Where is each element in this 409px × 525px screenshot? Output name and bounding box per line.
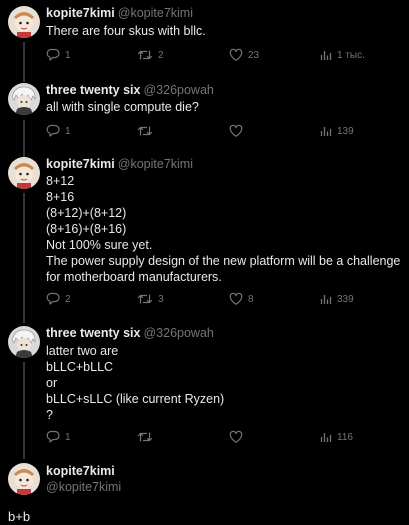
- like-icon: [229, 124, 243, 137]
- tweet-header: kopite7kimi @kopite7kimi: [46, 157, 193, 172]
- author-name[interactable]: kopite7kimi: [46, 157, 115, 171]
- reply-count: 2: [65, 293, 71, 305]
- like-button[interactable]: [229, 123, 248, 139]
- avatar-326powah[interactable]: [8, 83, 40, 115]
- author-name[interactable]: kopite7kimi: [46, 463, 121, 479]
- tweet-text: b+b: [8, 509, 31, 524]
- retweet-button[interactable]: 2: [137, 47, 164, 63]
- tweet-header: three twenty six @326powah: [46, 326, 214, 341]
- reply-icon: [46, 124, 60, 137]
- tweet-header: three twenty six @326powah: [46, 83, 214, 98]
- retweet-icon: [137, 432, 153, 442]
- tweet-header: kopite7kimi @kopite7kimi: [46, 6, 193, 21]
- views-icon: [320, 51, 332, 60]
- thread-line: [23, 193, 25, 323]
- retweet-icon: [137, 126, 153, 136]
- like-button[interactable]: [229, 429, 248, 445]
- views-button[interactable]: 339: [320, 291, 354, 307]
- author-name[interactable]: kopite7kimi: [46, 6, 115, 20]
- reply-icon: [46, 430, 60, 443]
- reply-count: 1: [65, 431, 71, 443]
- avatar-kopite7kimi[interactable]: [8, 463, 40, 495]
- view-count: 139: [337, 125, 354, 137]
- tweet-actions: 1 116: [46, 429, 376, 445]
- tweet-header: kopite7kimi @kopite7kimi: [46, 463, 121, 495]
- tweet-actions: 1 2 23 1 тыс.: [46, 47, 376, 63]
- like-button[interactable]: 8: [229, 291, 254, 307]
- tweet-text: There are four skus with bllc.: [46, 23, 404, 39]
- retweet-button[interactable]: [137, 123, 158, 139]
- retweet-button[interactable]: 3: [137, 291, 164, 307]
- author-name[interactable]: three twenty six: [46, 83, 140, 97]
- tweet-line: Not 100% sure yet.: [46, 238, 153, 252]
- author-handle[interactable]: @326powah: [143, 83, 213, 97]
- tweet-line: ?: [46, 408, 53, 422]
- tweet-line: bLLC+bLLC: [46, 360, 114, 374]
- views-icon: [320, 127, 332, 136]
- like-icon: [229, 292, 243, 305]
- thread-line: [23, 42, 25, 82]
- avatar-kopite7kimi[interactable]: [8, 6, 40, 38]
- like-icon: [229, 48, 243, 61]
- thread-line: [23, 120, 25, 158]
- reply-button[interactable]: 1: [46, 47, 71, 63]
- reply-button[interactable]: 1: [46, 123, 71, 139]
- author-name[interactable]: three twenty six: [46, 326, 140, 340]
- author-handle[interactable]: @kopite7kimi: [118, 6, 193, 20]
- view-count: 1 тыс.: [337, 49, 365, 61]
- tweet-line: 8+16: [46, 190, 75, 204]
- like-count: 8: [248, 293, 254, 305]
- tweet-line: The power supply design of the new platf…: [46, 254, 401, 284]
- reply-icon: [46, 292, 60, 305]
- reply-icon: [46, 48, 60, 61]
- like-button[interactable]: 23: [229, 47, 259, 63]
- retweet-count: 3: [158, 293, 164, 305]
- tweet-line: bLLC+sLLC (like current Ryzen): [46, 392, 225, 406]
- tweet-line: There are four skus with bllc.: [46, 24, 206, 38]
- tweet-line: 8+12: [46, 174, 75, 188]
- like-icon: [229, 430, 243, 443]
- view-count: 116: [337, 431, 353, 443]
- reply-count: 1: [65, 49, 71, 61]
- views-button[interactable]: 139: [320, 123, 354, 139]
- avatar-kopite7kimi[interactable]: [8, 157, 40, 189]
- tweet-line: all with single compute die?: [46, 100, 199, 114]
- retweet-icon: [137, 294, 153, 304]
- views-icon: [320, 433, 332, 442]
- tweet-actions: 2 3 8 339: [46, 291, 376, 307]
- reply-button[interactable]: 1: [46, 429, 71, 445]
- tweet-line: (8+16)+(8+16): [46, 222, 127, 236]
- reply-button[interactable]: 2: [46, 291, 71, 307]
- views-button[interactable]: 1 тыс.: [320, 47, 365, 63]
- author-handle[interactable]: @kopite7kimi: [118, 157, 193, 171]
- retweet-icon: [137, 50, 153, 60]
- tweet-line: (8+12)+(8+12): [46, 206, 127, 220]
- tweet-actions: 1 139: [46, 123, 376, 139]
- avatar-326powah[interactable]: [8, 326, 40, 358]
- tweet-text: latter two are bLLC+bLLC or bLLC+sLLC (l…: [46, 343, 404, 423]
- thread-line: [23, 362, 25, 459]
- views-icon: [320, 295, 332, 304]
- tweet-line: latter two are: [46, 344, 119, 358]
- view-count: 339: [337, 293, 354, 305]
- tweet-text: all with single compute die?: [46, 99, 404, 115]
- retweet-count: 2: [158, 49, 164, 61]
- tweet-text: 8+12 8+16 (8+12)+(8+12) (8+16)+(8+16) No…: [46, 173, 404, 285]
- like-count: 23: [248, 49, 260, 61]
- retweet-button[interactable]: [137, 429, 158, 445]
- views-button[interactable]: 116: [320, 429, 353, 445]
- reply-count: 1: [65, 125, 71, 137]
- tweet-line: or: [46, 376, 58, 390]
- author-handle[interactable]: @kopite7kimi: [46, 479, 121, 495]
- author-handle[interactable]: @326powah: [143, 326, 213, 340]
